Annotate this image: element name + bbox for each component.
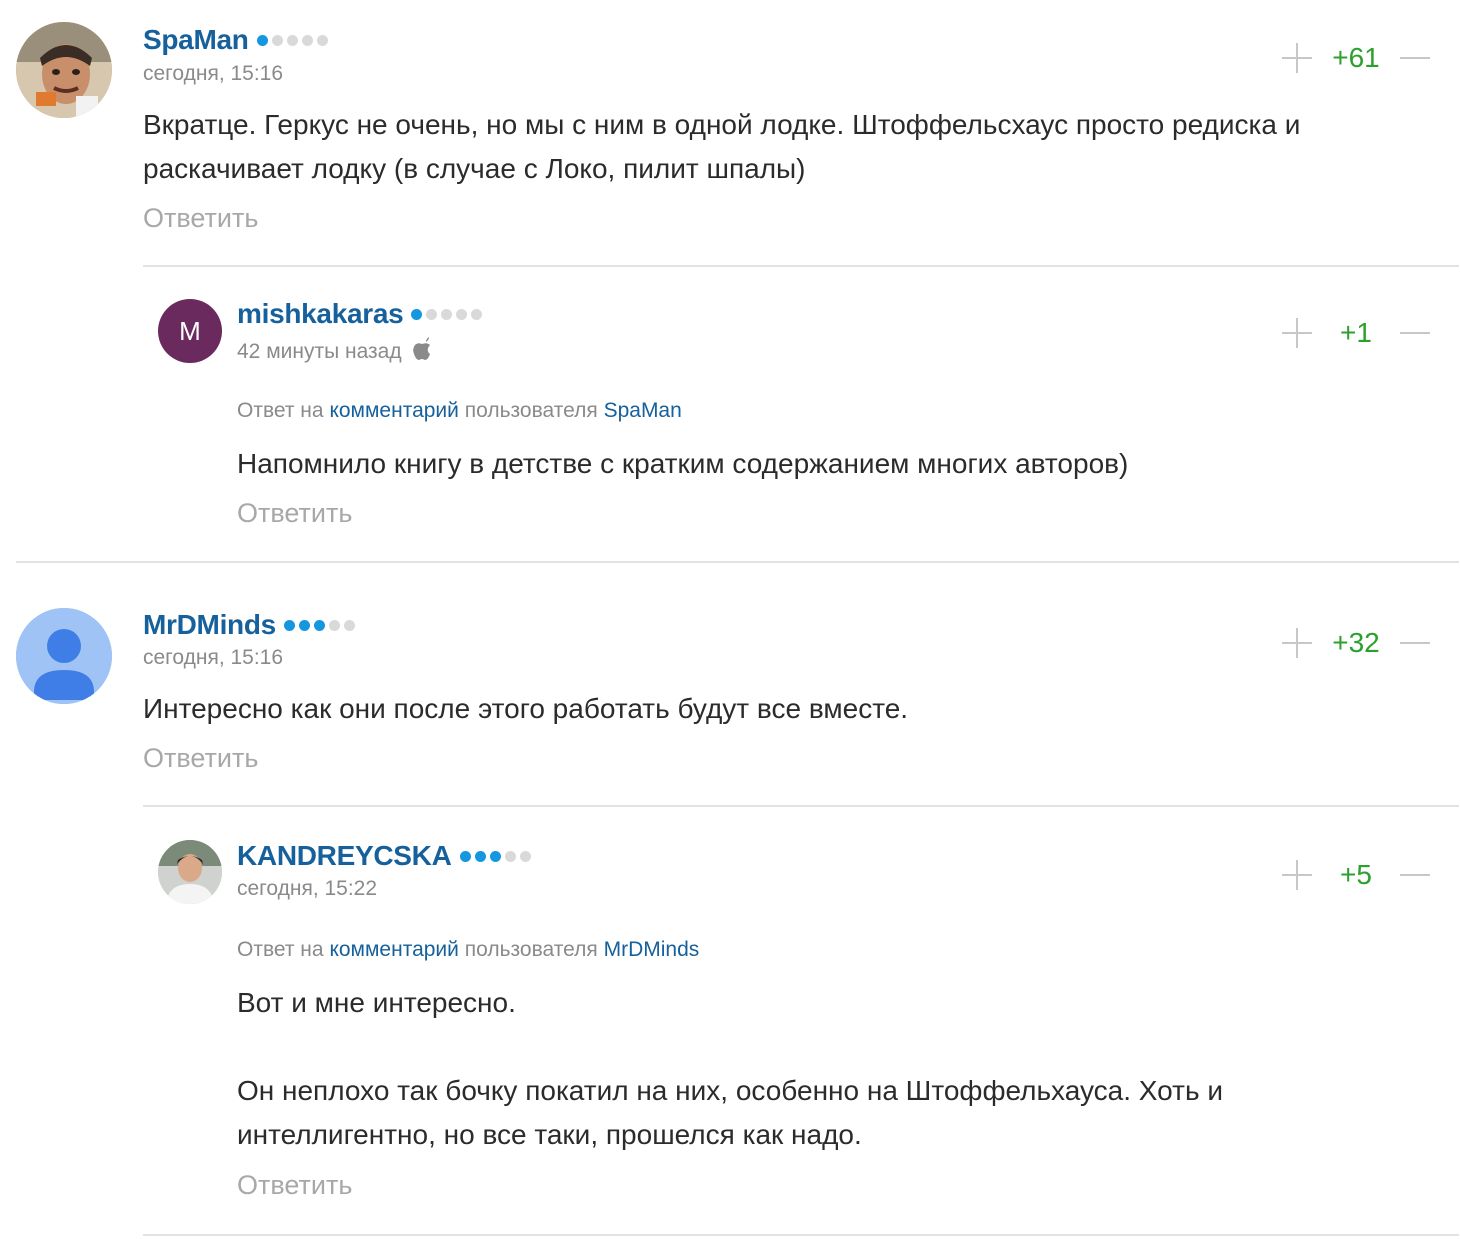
divider: [143, 265, 1459, 267]
username[interactable]: SpaMan: [143, 24, 249, 56]
comment-link[interactable]: комментарий: [329, 938, 458, 961]
rating-dots: [256, 34, 328, 46]
reply-to-middle: пользователя: [464, 938, 598, 961]
reply-to-line: Ответ на комментарий пользователя MrDMin…: [237, 938, 699, 962]
reply-to-middle: пользователя: [464, 399, 598, 422]
rating-dots: [411, 308, 483, 320]
upvote-icon[interactable]: [1282, 43, 1312, 73]
user-photo-icon: [16, 22, 112, 118]
downvote-icon[interactable]: [1400, 43, 1430, 73]
reply-button[interactable]: Ответить: [143, 743, 258, 774]
comment-text: Напомнило книгу в детстве с кратким соде…: [237, 448, 1129, 479]
rating-dot: [441, 308, 453, 320]
username[interactable]: KANDREYCSKA: [237, 840, 452, 872]
comment-link[interactable]: комментарий: [329, 399, 458, 422]
avatar[interactable]: [16, 22, 112, 118]
author-line: MrDMinds: [143, 609, 355, 641]
rating-dot: [459, 850, 471, 862]
rating-dots: [283, 619, 355, 631]
rating-dot: [286, 34, 298, 46]
parent-user-link[interactable]: MrDMinds: [604, 938, 700, 961]
divider: [16, 561, 1459, 563]
score: +32: [1332, 627, 1380, 658]
rating-dot: [256, 34, 268, 46]
upvote-icon[interactable]: [1282, 628, 1312, 658]
timestamp: 42 минуты назад: [237, 340, 402, 363]
rating-dot: [504, 850, 516, 862]
avatar[interactable]: [158, 840, 222, 904]
vote-controls: +32: [1282, 627, 1430, 659]
avatar[interactable]: [16, 608, 112, 704]
rating-dot: [456, 308, 468, 320]
downvote-icon[interactable]: [1400, 860, 1430, 890]
rating-dot: [271, 34, 283, 46]
reply-button[interactable]: Ответить: [237, 498, 352, 529]
username[interactable]: mishkakaras: [237, 298, 404, 330]
comment-text-paragraph: Вот и мне интересно.: [237, 987, 516, 1018]
apple-icon: [412, 337, 432, 367]
vote-controls: +1: [1282, 317, 1430, 349]
timestamp: сегодня, 15:16: [143, 62, 284, 85]
default-user-icon: [16, 608, 112, 704]
vote-controls: +61: [1282, 42, 1430, 74]
rating-dot: [519, 850, 531, 862]
timestamp: сегодня, 15:16: [143, 646, 284, 669]
comment-time: сегодня, 15:22: [237, 877, 377, 901]
rating-dot: [313, 619, 325, 631]
rating-dot: [343, 619, 355, 631]
score: +61: [1332, 42, 1380, 73]
divider: [143, 1234, 1459, 1236]
rating-dot: [471, 308, 483, 320]
timestamp: сегодня, 15:22: [237, 877, 378, 900]
upvote-icon[interactable]: [1282, 318, 1312, 348]
reply-to-prefix: Ответ на: [237, 938, 324, 961]
divider: [143, 805, 1459, 807]
comment-time: 42 минуты назад: [237, 337, 432, 367]
rating-dot: [316, 34, 328, 46]
upvote-icon[interactable]: [1282, 860, 1312, 890]
rating-dot: [298, 619, 310, 631]
author-line: KANDREYCSKA: [237, 840, 531, 872]
rating-dots: [459, 850, 531, 862]
rating-dot: [489, 850, 501, 862]
reply-to-line: Ответ на комментарий пользователя SpaMan: [237, 399, 682, 423]
comment-time: сегодня, 15:16: [143, 62, 283, 86]
avatar[interactable]: M: [158, 299, 222, 363]
rating-dot: [328, 619, 340, 631]
user-photo-icon: [158, 840, 222, 904]
comment-time: сегодня, 15:16: [143, 646, 283, 670]
reply-button[interactable]: Ответить: [237, 1170, 352, 1201]
rating-dot: [283, 619, 295, 631]
parent-user-link[interactable]: SpaMan: [604, 399, 682, 422]
avatar-letter: M: [179, 315, 201, 346]
score: +5: [1340, 859, 1372, 890]
author-line: SpaMan: [143, 24, 328, 56]
username[interactable]: MrDMinds: [143, 609, 276, 641]
author-line: mishkakaras: [237, 298, 483, 330]
comment-text-paragraph: Он неплохо так бочку покатил на них, осо…: [237, 1075, 1223, 1150]
score: +1: [1340, 317, 1372, 348]
rating-dot: [301, 34, 313, 46]
downvote-icon[interactable]: [1400, 628, 1430, 658]
vote-controls: +5: [1282, 859, 1430, 891]
rating-dot: [426, 308, 438, 320]
downvote-icon[interactable]: [1400, 318, 1430, 348]
rating-dot: [411, 308, 423, 320]
reply-to-prefix: Ответ на: [237, 399, 324, 422]
reply-button[interactable]: Ответить: [143, 203, 258, 234]
comment-text: Вкратце. Геркус не очень, но мы с ним в …: [143, 109, 1301, 184]
comment-text: Интересно как они после этого работать б…: [143, 693, 909, 724]
rating-dot: [474, 850, 486, 862]
